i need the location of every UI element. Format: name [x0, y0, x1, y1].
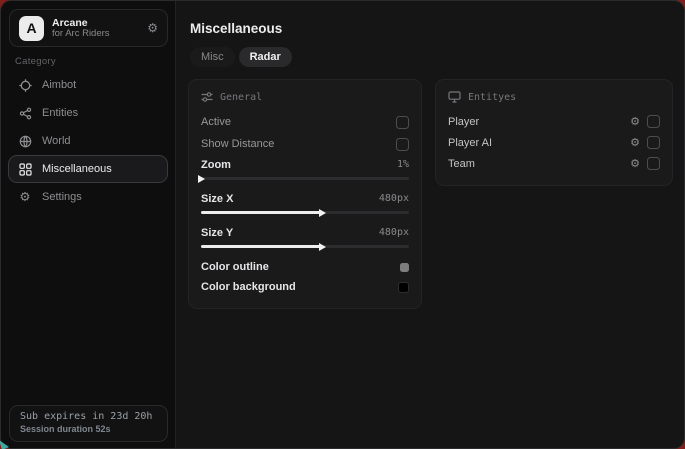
main-content: Miscellaneous Misc Radar General Active	[177, 1, 684, 448]
mouse-cursor	[0, 438, 12, 449]
gear-icon: ⚙	[18, 190, 32, 204]
setting-label: Zoom	[201, 159, 231, 171]
grid-icon	[18, 162, 32, 176]
brand-title: Arcane	[52, 17, 110, 29]
entity-label: Player	[448, 116, 479, 128]
sliders-icon	[201, 91, 213, 103]
color-outline-swatch[interactable]	[400, 263, 409, 272]
general-panel: General Active Show Distance Zoom 1%	[188, 79, 422, 309]
player-checkbox[interactable]	[647, 115, 660, 128]
panels: General Active Show Distance Zoom 1%	[188, 79, 673, 309]
entity-label: Team	[448, 158, 475, 170]
setting-row-show-distance: Show Distance	[201, 133, 409, 155]
slider-handle[interactable]	[319, 209, 326, 217]
setting-label: Size X	[201, 193, 233, 205]
brand-subtitle: for Arc Riders	[52, 29, 110, 40]
globe-icon	[18, 134, 32, 148]
sidebar-item-label: Aimbot	[42, 79, 76, 91]
setting-label: Color outline	[201, 261, 269, 273]
category-label: Category	[15, 56, 56, 67]
page-title: Miscellaneous	[190, 21, 282, 36]
sidebar-item-label: Miscellaneous	[42, 163, 112, 175]
setting-label: Show Distance	[201, 138, 274, 150]
sidebar-item-label: Entities	[42, 107, 78, 119]
session-duration-text: Session duration 52s	[20, 424, 157, 434]
entity-row-player: Player ⚙	[448, 111, 660, 132]
size-y-value: 480px	[379, 227, 409, 238]
player-ai-checkbox[interactable]	[647, 136, 660, 149]
size-x-value: 480px	[379, 193, 409, 204]
app-window: A Arcane for Arc Riders ⚙ Category Aimbo…	[0, 0, 685, 449]
sidebar-item-aimbot[interactable]: Aimbot	[8, 71, 168, 99]
sidebar-item-miscellaneous[interactable]: Miscellaneous	[8, 155, 168, 183]
brand-text: Arcane for Arc Riders	[52, 17, 110, 40]
sidebar-item-world[interactable]: World	[8, 127, 168, 155]
setting-row-size-y: Size Y 480px	[201, 223, 409, 242]
size-y-slider[interactable]	[201, 245, 409, 248]
team-checkbox[interactable]	[647, 157, 660, 170]
active-checkbox[interactable]	[396, 116, 409, 129]
sidebar: A Arcane for Arc Riders ⚙ Category Aimbo…	[1, 1, 176, 448]
gear-icon[interactable]: ⚙	[147, 21, 158, 35]
entities-icon	[18, 106, 32, 120]
entity-label: Player AI	[448, 137, 492, 149]
setting-row-color-outline: Color outline	[201, 257, 409, 277]
slider-handle[interactable]	[319, 243, 326, 251]
sidebar-item-label: World	[42, 135, 71, 147]
tab-radar[interactable]: Radar	[239, 47, 292, 67]
subscription-info-card: Sub expires in 23d 20h Session duration …	[9, 405, 168, 442]
setting-label: Color background	[201, 281, 296, 293]
entity-row-team: Team ⚙	[448, 153, 660, 174]
show-distance-checkbox[interactable]	[396, 138, 409, 151]
entity-row-player-ai: Player AI ⚙	[448, 132, 660, 153]
gear-icon[interactable]: ⚙	[630, 137, 640, 148]
setting-row-zoom: Zoom 1%	[201, 155, 409, 174]
monitor-icon	[448, 91, 461, 103]
setting-row-color-background: Color background	[201, 277, 409, 297]
crosshair-icon	[18, 78, 32, 92]
slider-handle[interactable]	[198, 175, 205, 183]
general-panel-header: General	[201, 91, 409, 103]
entities-panel-header: Entityes	[448, 91, 660, 103]
setting-label: Active	[201, 116, 231, 128]
gear-icon[interactable]: ⚙	[630, 116, 640, 127]
zoom-slider[interactable]	[201, 177, 409, 180]
sidebar-item-settings[interactable]: ⚙ Settings	[8, 183, 168, 211]
tab-misc[interactable]: Misc	[190, 47, 235, 67]
entities-panel-title: Entityes	[468, 92, 516, 103]
setting-row-size-x: Size X 480px	[201, 189, 409, 208]
tab-bar: Misc Radar	[190, 47, 292, 67]
sidebar-item-entities[interactable]: Entities	[8, 99, 168, 127]
brand-card: A Arcane for Arc Riders ⚙	[9, 9, 168, 47]
zoom-value: 1%	[397, 159, 409, 170]
color-background-swatch[interactable]	[398, 282, 409, 293]
gear-icon[interactable]: ⚙	[630, 158, 640, 169]
brand-logo: A	[19, 16, 44, 41]
sidebar-item-label: Settings	[42, 191, 82, 203]
entities-panel: Entityes Player ⚙ Player AI ⚙	[435, 79, 673, 186]
sidebar-nav: Aimbot Entities World	[1, 71, 175, 211]
size-x-slider[interactable]	[201, 211, 409, 214]
setting-row-active: Active	[201, 111, 409, 133]
general-panel-title: General	[220, 92, 262, 103]
sub-expires-text: Sub expires in 23d 20h	[20, 411, 157, 422]
setting-label: Size Y	[201, 227, 233, 239]
